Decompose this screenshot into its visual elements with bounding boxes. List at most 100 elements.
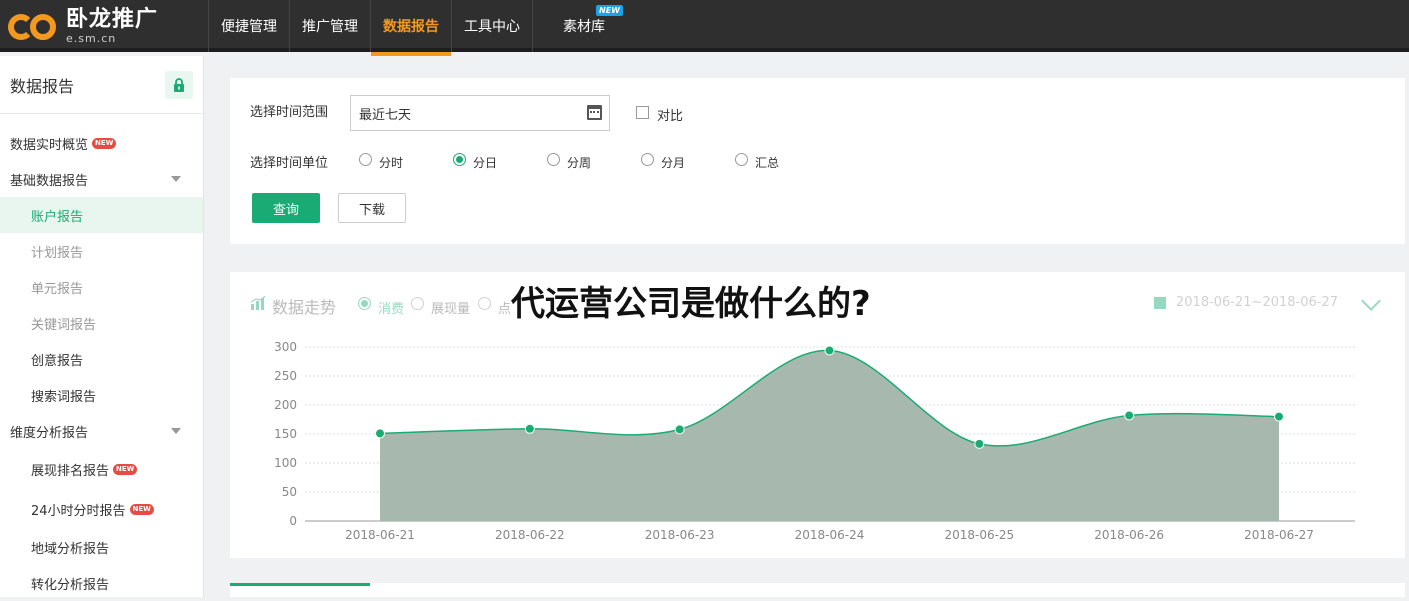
- nav-item-tool-center[interactable]: 工具中心: [451, 0, 532, 52]
- radio-summary[interactable]: [735, 153, 748, 166]
- sidebar-title: 数据报告: [10, 76, 75, 96]
- radio-monthly-label: 分月: [661, 156, 686, 170]
- sidebar-item-creative-report[interactable]: 创意报告: [0, 341, 203, 377]
- y-tick-label: 150: [274, 427, 297, 441]
- new-badge: NEW: [129, 503, 154, 515]
- trend-chart-icon: [250, 296, 266, 310]
- sidebar-header: 数据报告: [0, 56, 203, 114]
- data-point: [824, 345, 835, 356]
- new-badge: NEW: [92, 137, 117, 149]
- bottom-panel: [230, 583, 1405, 597]
- sidebar-item-label: 24小时分时报告: [31, 503, 126, 519]
- top-nav-bar: 卧龙推广 e.sm.cn 便捷管理 推广管理 数据报告 工具中心 素材库 NEW: [0, 0, 1409, 56]
- x-tick-label: 2018-06-24: [795, 528, 865, 542]
- logo[interactable]: 卧龙推广 e.sm.cn: [8, 8, 158, 44]
- sidebar-menu: 数据实时概览 NEW 基础数据报告 账户报告 计划报告 单元报告 关键词报告 创意…: [0, 114, 203, 601]
- query-button[interactable]: 查询: [252, 193, 320, 223]
- nav-item-label: 素材库: [563, 19, 605, 35]
- sidebar-item-label: 单元报告: [31, 281, 84, 297]
- y-tick-label: 0: [289, 514, 297, 528]
- radio-monthly[interactable]: [641, 153, 654, 166]
- sidebar-item-realtime-overview[interactable]: 数据实时概览 NEW: [0, 125, 203, 161]
- sidebar-item-account-report[interactable]: 账户报告: [0, 197, 203, 233]
- chevron-down-icon: [171, 176, 181, 182]
- metric-cost-radio[interactable]: [358, 297, 371, 310]
- sidebar-item-search-term-report[interactable]: 搜索词报告: [0, 377, 203, 413]
- metric-impressions-radio[interactable]: [411, 297, 424, 310]
- radio-weekly[interactable]: [547, 153, 560, 166]
- y-tick-label: 100: [274, 456, 297, 470]
- nav-item-data-report[interactable]: 数据报告: [370, 0, 451, 56]
- nav-item-quick-manage[interactable]: 便捷管理: [208, 0, 289, 52]
- sidebar-item-label: 计划报告: [31, 245, 84, 261]
- sidebar-item-plan-report[interactable]: 计划报告: [0, 233, 203, 269]
- data-point: [1274, 411, 1284, 422]
- sidebar-item-hourly-report[interactable]: 24小时分时报告 NEW: [0, 489, 203, 529]
- sidebar-item-label: 关键词报告: [31, 317, 97, 333]
- nav-item-label: 数据报告: [383, 19, 439, 35]
- x-tick-label: 2018-06-21: [345, 528, 415, 542]
- data-point: [1124, 410, 1135, 421]
- sidebar-item-label: 数据实时概览: [10, 137, 89, 153]
- date-range-input[interactable]: [350, 95, 610, 131]
- legend-swatch: [1154, 297, 1166, 309]
- new-badge: NEW: [113, 463, 138, 475]
- data-point: [674, 424, 685, 435]
- nav-item-promotion-manage[interactable]: 推广管理: [289, 0, 370, 52]
- download-button[interactable]: 下载: [338, 193, 406, 223]
- sidebar-item-dimension-report[interactable]: 维度分析报告: [0, 413, 203, 449]
- metric-clicks-radio[interactable]: [478, 297, 491, 310]
- sidebar-item-label: 地域分析报告: [31, 541, 110, 557]
- sidebar-item-conversion-report[interactable]: 转化分析报告: [0, 565, 203, 601]
- compare-label: 对比: [657, 109, 684, 124]
- sidebar-item-region-report[interactable]: 地域分析报告: [0, 529, 203, 565]
- sidebar-item-label: 展现排名报告: [31, 463, 110, 479]
- data-point: [974, 438, 985, 449]
- radio-weekly-label: 分周: [567, 156, 592, 170]
- x-tick-label: 2018-06-26: [1094, 528, 1164, 542]
- radio-daily[interactable]: [453, 153, 466, 166]
- radio-hourly-label: 分时: [379, 156, 404, 170]
- compare-checkbox[interactable]: [636, 106, 649, 119]
- metric-impressions-label: 展现量: [431, 302, 471, 317]
- main-nav: 便捷管理 推广管理 数据报告 工具中心 素材库 NEW: [208, 0, 625, 56]
- x-tick-label: 2018-06-22: [495, 528, 565, 542]
- radio-hourly[interactable]: [359, 153, 372, 166]
- nav-item-label: 工具中心: [464, 19, 520, 35]
- lock-icon[interactable]: [165, 70, 193, 99]
- legend-date-range: 2018-06-21~2018-06-27: [1176, 295, 1338, 310]
- sidebar-item-label: 创意报告: [31, 353, 84, 369]
- time-unit-label: 选择时间单位: [250, 156, 329, 171]
- sidebar-item-basic-report[interactable]: 基础数据报告: [0, 161, 203, 197]
- active-tab-indicator[interactable]: [230, 583, 370, 586]
- overlay-title: 代运营公司是做什么的?: [511, 284, 871, 324]
- metric-clicks-label: 点: [498, 302, 512, 317]
- chevron-down-icon[interactable]: [1361, 291, 1381, 311]
- radio-daily-label: 分日: [473, 156, 498, 170]
- y-tick-label: 250: [274, 369, 297, 383]
- x-tick-label: 2018-06-25: [944, 528, 1014, 542]
- sidebar: 数据报告 数据实时概览 NEW 基础数据报告 账户报告 计划报告 单元报告 关键词…: [0, 56, 204, 597]
- calendar-icon[interactable]: [587, 105, 602, 120]
- sidebar-item-unit-report[interactable]: 单元报告: [0, 269, 203, 305]
- logo-mark-icon: [8, 11, 64, 41]
- nav-item-label: 推广管理: [302, 19, 358, 35]
- sidebar-item-label: 维度分析报告: [10, 425, 89, 441]
- time-range-label: 选择时间范围: [250, 105, 329, 120]
- x-tick-label: 2018-06-27: [1244, 528, 1314, 542]
- logo-name: 卧龙推广: [66, 6, 159, 32]
- nav-item-material-library[interactable]: 素材库 NEW: [532, 0, 625, 52]
- x-tick-label: 2018-06-23: [645, 528, 715, 542]
- new-badge: NEW: [596, 5, 623, 16]
- sidebar-item-keyword-report[interactable]: 关键词报告: [0, 305, 203, 341]
- y-tick-label: 50: [282, 485, 297, 499]
- radio-summary-label: 汇总: [755, 156, 780, 170]
- sidebar-item-label: 搜索词报告: [31, 389, 97, 405]
- data-point: [524, 423, 535, 434]
- sidebar-item-label: 基础数据报告: [10, 173, 89, 189]
- chevron-down-icon: [171, 428, 181, 434]
- metric-cost-label: 消费: [378, 302, 405, 317]
- y-tick-label: 200: [274, 398, 297, 412]
- logo-domain: e.sm.cn: [66, 31, 117, 45]
- sidebar-item-rank-report[interactable]: 展现排名报告 NEW: [0, 449, 203, 489]
